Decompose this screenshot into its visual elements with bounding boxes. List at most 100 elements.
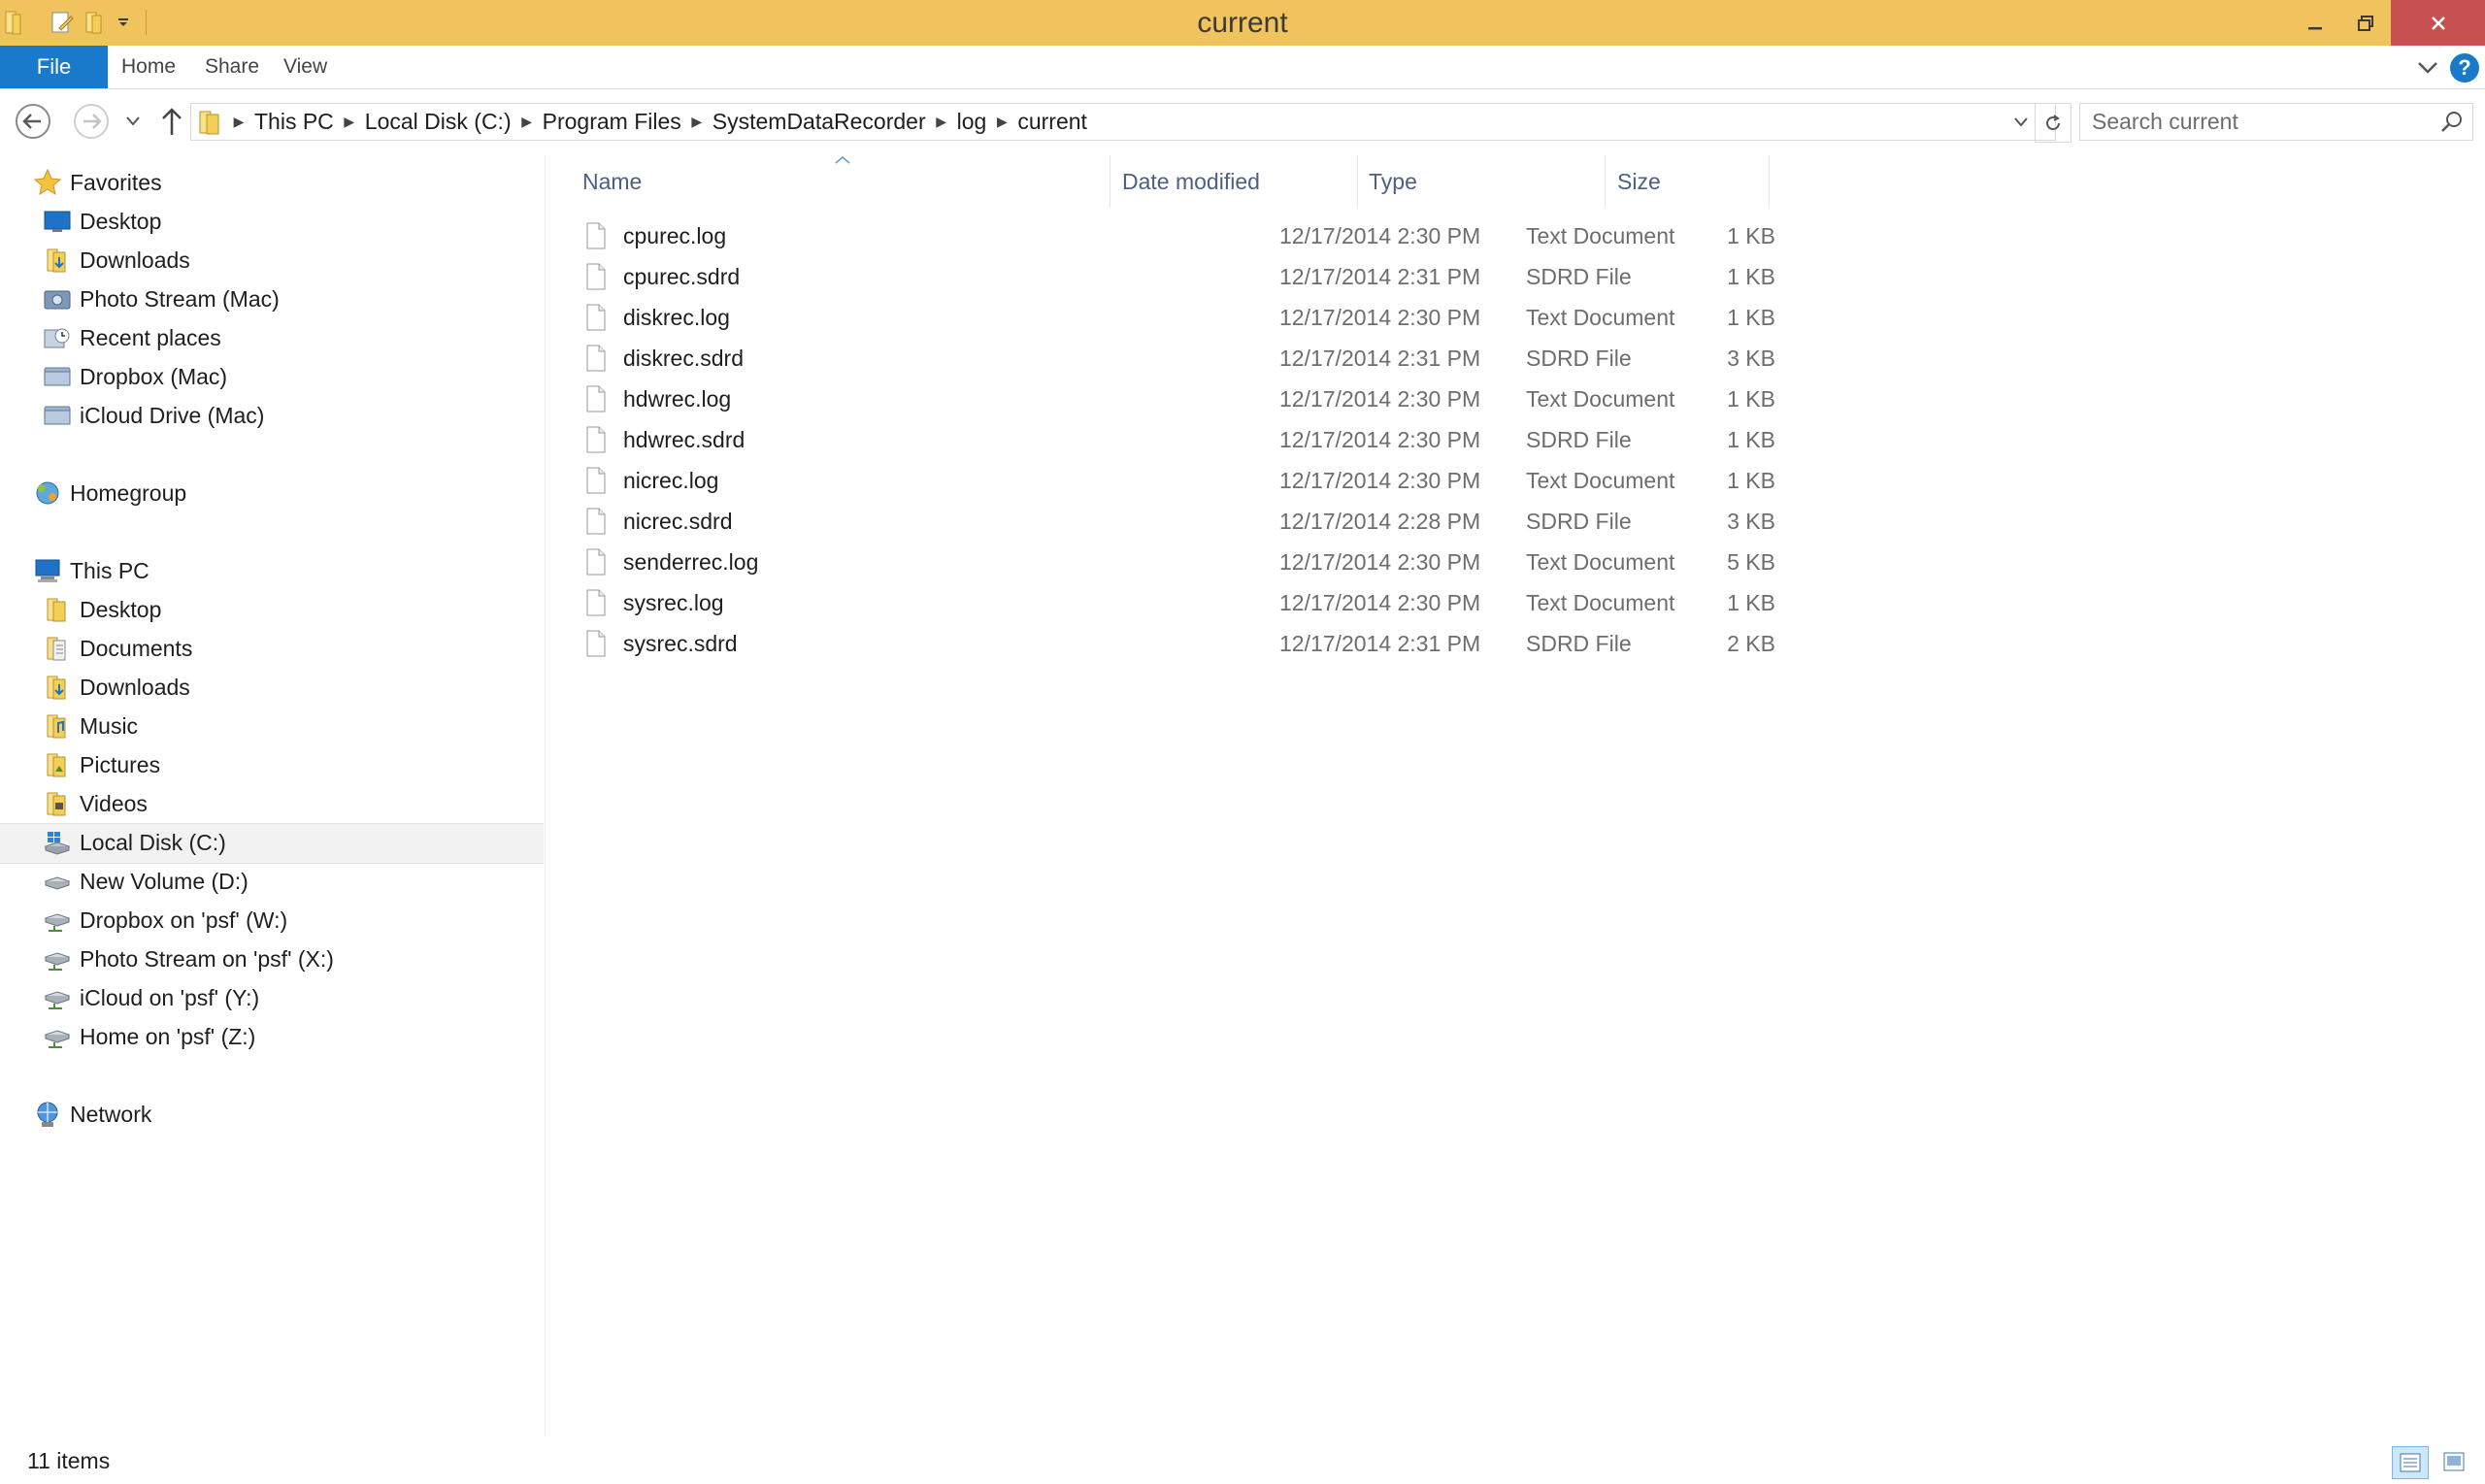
column-header-type[interactable]: Type [1369,155,1417,208]
breadcrumb-separator-icon[interactable]: ▶ [684,114,710,130]
file-row[interactable]: diskrec.sdrd 12/17/2014 2:31 PM SDRD File 3… [582,338,2310,379]
sidebar-item-videos[interactable]: Videos [43,786,148,821]
file-name-cell[interactable]: cpurec.sdrd [582,256,740,297]
column-divider[interactable] [1357,155,1358,208]
chevron-down-icon [2014,116,2028,127]
breadcrumb-separator-icon[interactable]: ▶ [226,114,251,130]
sidebar-item-desktop[interactable]: Desktop [43,204,161,239]
file-date-modified: 12/17/2014 2:30 PM [1279,467,1481,493]
sidebar-item-photo-stream-mac[interactable]: Photo Stream (Mac) [43,281,280,316]
sidebar-item-documents[interactable]: Documents [43,631,192,666]
breadcrumb-separator-icon[interactable]: ▶ [929,114,954,130]
sidebar-item-homegroup[interactable]: Homegroup [33,476,186,511]
file-icon [582,424,610,455]
status-bar: 11 items [0,1436,2485,1484]
tab-view[interactable]: View [283,46,327,88]
sidebar-item-music[interactable]: Music [43,709,138,743]
file-date-modified: 12/17/2014 2:30 PM [1279,385,1481,412]
file-name-cell[interactable]: diskrec.sdrd [582,338,744,379]
file-row[interactable]: hdwrec.sdrd 12/17/2014 2:30 PM SDRD File 1 … [582,419,2310,460]
file-row[interactable]: hdwrec.log 12/17/2014 2:30 PM Text Documen… [582,379,2310,419]
file-name-cell[interactable]: senderrec.log [582,542,758,582]
file-name-cell[interactable]: cpurec.log [582,215,726,256]
file-name-cell[interactable]: nicrec.log [582,460,718,501]
file-name-cell[interactable]: sysrec.log [582,582,724,623]
column-header-size[interactable]: Size [1617,155,1661,208]
file-icon [582,546,610,577]
item-count: 11 items [27,1448,111,1473]
sidebar-item-label: New Volume (D:) [80,868,248,894]
breadcrumb-separator-icon[interactable]: ▶ [514,114,540,130]
forward-button[interactable] [70,100,113,143]
breadcrumb-log[interactable]: log [954,109,990,135]
sidebar-item-downloads[interactable]: Downloads [43,243,190,278]
minimize-button[interactable] [2290,0,2340,46]
sidebar-item-pc-downloads[interactable]: Downloads [43,670,190,705]
file-name-cell[interactable]: hdwrec.sdrd [582,419,745,460]
file-row[interactable]: cpurec.sdrd 12/17/2014 2:31 PM SDRD File 1 … [582,256,2310,297]
file-row[interactable]: nicrec.log 12/17/2014 2:30 PM Text Documen… [582,460,2310,501]
sidebar-item-pc-desktop[interactable]: Desktop [43,592,161,627]
file-name-cell[interactable]: nicrec.sdrd [582,501,732,542]
breadcrumb-program-files[interactable]: Program Files [540,109,684,135]
breadcrumb-local-disk[interactable]: Local Disk (C:) [362,109,514,135]
file-icon [582,587,610,618]
address-bar[interactable]: ▶ This PC ▶ Local Disk (C:) ▶ Program Fi… [190,103,2056,141]
refresh-icon [2046,114,2060,130]
expand-ribbon-button[interactable] [2413,53,2442,82]
large-icons-view-icon [2443,1452,2465,1471]
back-button[interactable] [12,100,54,143]
file-row[interactable]: senderrec.log 12/17/2014 2:30 PM Text Docu… [582,542,2310,582]
file-row[interactable]: diskrec.log 12/17/2014 2:30 PM Text Docume… [582,297,2310,338]
restore-button[interactable] [2340,0,2391,46]
help-button[interactable]: ? [2450,53,2479,82]
network-drive-icon [43,944,72,973]
file-name-cell[interactable]: hdwrec.log [582,379,731,419]
search-input[interactable] [2090,108,2424,136]
file-size: 1 KB [1727,467,1775,493]
sidebar-item-this-pc[interactable]: This PC [33,553,149,588]
breadcrumb-separator-icon[interactable]: ▶ [989,114,1014,130]
column-header-date-modified[interactable]: Date modified [1122,155,1260,208]
tab-home[interactable]: Home [121,46,176,88]
file-list: Name Date modified Type Size cpurec.log 1… [546,155,2485,1436]
file-name-cell[interactable]: diskrec.log [582,297,730,338]
close-icon [2431,16,2445,30]
close-button[interactable] [2391,0,2485,46]
recent-locations-button[interactable] [118,100,148,143]
breadcrumb-current[interactable]: current [1014,109,1090,135]
file-type: SDRD File [1526,508,1632,534]
sidebar-item-pictures[interactable]: Pictures [43,747,160,782]
large-icons-view-button[interactable] [2436,1446,2471,1477]
details-view-button[interactable] [2392,1446,2429,1479]
sidebar-item-favorites[interactable]: Favorites [33,165,162,200]
sidebar-item-new-volume-d[interactable]: New Volume (D:) [43,864,248,899]
sidebar-item-network[interactable]: Network [33,1097,151,1132]
sidebar-item-local-disk-c[interactable]: Local Disk (C:) [43,825,226,860]
column-header-name[interactable]: Name [582,155,642,208]
up-button[interactable] [150,100,193,143]
sidebar-item-home-psf-z[interactable]: Home on 'psf' (Z:) [43,1019,255,1054]
breadcrumb-separator-icon[interactable]: ▶ [337,114,362,130]
file-row[interactable]: sysrec.sdrd 12/17/2014 2:31 PM SDRD File 2 … [582,623,2310,664]
file-row[interactable]: nicrec.sdrd 12/17/2014 2:28 PM SDRD File 3 … [582,501,2310,542]
file-row[interactable]: sysrec.log 12/17/2014 2:30 PM Text Documen… [582,582,2310,623]
file-date-modified: 12/17/2014 2:31 PM [1279,630,1481,656]
sidebar-item-icloud-drive-mac[interactable]: iCloud Drive (Mac) [43,398,264,433]
column-divider[interactable] [1769,155,1770,208]
breadcrumb-this-pc[interactable]: This PC [251,109,337,135]
tab-file[interactable]: File [0,46,108,88]
file-name-cell[interactable]: sysrec.sdrd [582,623,738,664]
search-icon[interactable] [2439,110,2465,135]
sidebar-item-dropbox-psf-w[interactable]: Dropbox on 'psf' (W:) [43,903,287,938]
refresh-button[interactable] [2035,103,2071,143]
sidebar-item-dropbox-mac[interactable]: Dropbox (Mac) [43,359,227,394]
sidebar-item-recent-places[interactable]: Recent places [43,320,221,355]
sidebar-item-photo-stream-psf-x[interactable]: Photo Stream on 'psf' (X:) [43,941,334,976]
sidebar-item-icloud-psf-y[interactable]: iCloud on 'psf' (Y:) [43,980,259,1015]
tab-share[interactable]: Share [205,46,259,88]
column-divider[interactable] [1605,155,1606,208]
breadcrumb-systemdatarecorder[interactable]: SystemDataRecorder [710,109,929,135]
file-row[interactable]: cpurec.log 12/17/2014 2:30 PM Text Documen… [582,215,2310,256]
address-history-button[interactable] [2006,104,2036,140]
